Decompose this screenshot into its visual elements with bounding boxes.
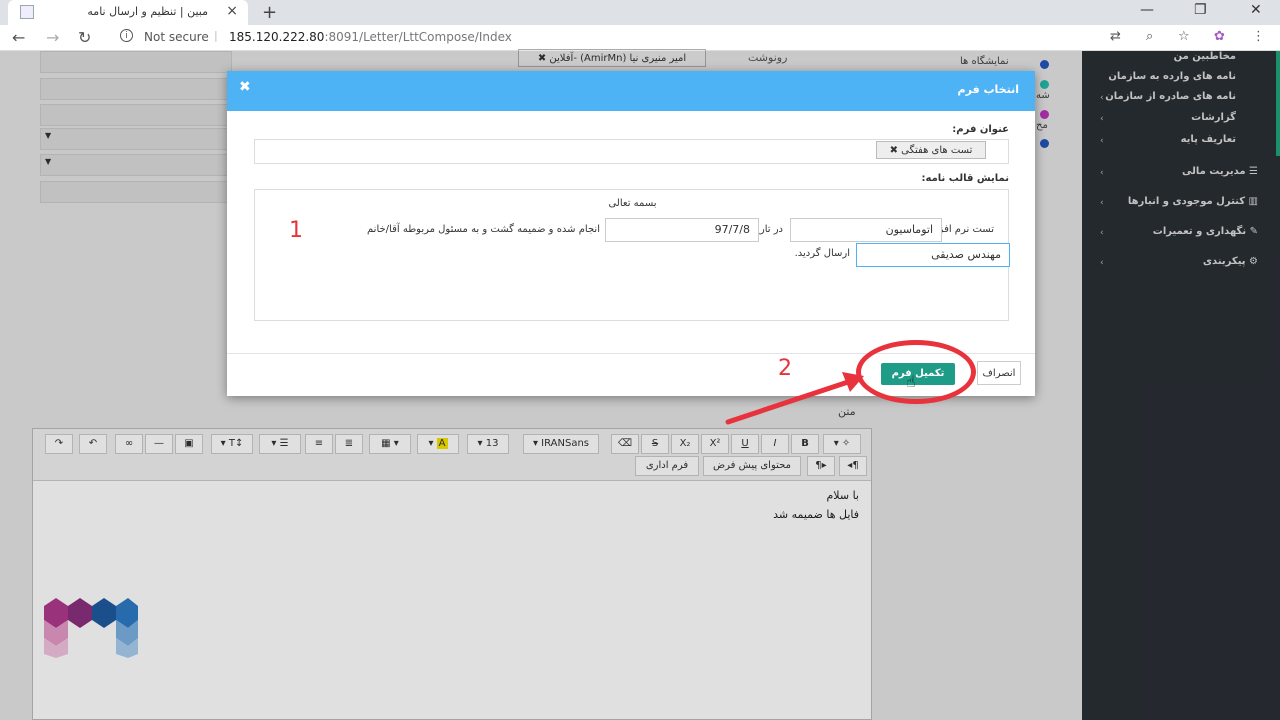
close-icon[interactable]: ✖ <box>239 79 251 95</box>
close-window-icon[interactable]: ✕ <box>1250 2 1262 18</box>
minimize-icon[interactable]: — <box>1140 2 1154 18</box>
modal-header: انتخاب فرم ✖ <box>227 71 1035 111</box>
url-divider: | <box>214 29 218 42</box>
template-input-software[interactable]: اتوماسیون <box>790 218 942 242</box>
zoom-icon[interactable]: ⌕ <box>1146 29 1153 44</box>
tab-title: مبین | تنظیم و ارسال نامه <box>87 5 208 18</box>
modal-title: انتخاب فرم <box>957 83 1019 96</box>
menu-kebab-icon[interactable]: ⋮ <box>1252 29 1265 44</box>
browser-tab-bar: مبین | تنظیم و ارسال نامه × + — ❐ ✕ <box>0 0 1280 25</box>
browser-tab[interactable]: مبین | تنظیم و ارسال نامه × <box>8 0 248 25</box>
url-field[interactable]: i Not secure | 185.120.222.80:8091/Lette… <box>110 27 1090 49</box>
address-bar: ← → ↻ i Not secure | 185.120.222.80:8091… <box>0 25 1280 51</box>
info-icon[interactable]: i <box>120 29 133 42</box>
translate-icon[interactable]: ⇄ <box>1110 29 1121 44</box>
selected-form-chip[interactable]: تست های هفتگی ✖ <box>876 141 986 159</box>
hand-cursor-icon: ☝ <box>906 372 916 391</box>
window-controls: — ❐ ✕ <box>1130 0 1280 25</box>
highlight-ring <box>856 340 976 404</box>
letter-template-preview-label: نمایش قالب نامه: <box>921 173 1009 184</box>
bookmark-star-icon[interactable]: ☆ <box>1178 29 1190 44</box>
basmala-text: بسمه تعالی <box>608 198 657 209</box>
forward-icon[interactable]: → <box>46 28 59 47</box>
back-icon[interactable]: ← <box>12 28 25 47</box>
template-text: انجام شده و ضمیمه گشت و به مسئول مربوطه … <box>367 224 600 235</box>
url-path: :8091/Letter/LttCompose/Index <box>324 30 512 44</box>
template-input-date[interactable]: 97/7/8 <box>605 218 759 242</box>
extension-icon[interactable]: ✿ <box>1214 29 1225 44</box>
new-tab-icon[interactable]: + <box>262 2 277 23</box>
reload-icon[interactable]: ↻ <box>78 28 91 47</box>
template-input-person[interactable]: مهندس صدیقی <box>856 243 1010 267</box>
cancel-button[interactable]: انصراف <box>977 361 1021 385</box>
restore-icon[interactable]: ❐ <box>1194 2 1207 18</box>
tab-close-icon[interactable]: × <box>226 3 238 19</box>
annotation-number-1: 1 <box>289 218 303 243</box>
form-title-label: عنوان فرم: <box>952 124 1009 135</box>
annotation-arrow <box>725 372 864 425</box>
not-secure-label: Not secure <box>144 30 209 44</box>
url-host: 185.120.222.80 <box>229 30 325 44</box>
annotation-number-2: 2 <box>778 356 792 381</box>
letter-template-preview: بسمه تعالی تست نرم افزار اتوماسیون در تا… <box>254 189 1010 321</box>
template-text: ارسال گردید. <box>794 248 850 259</box>
url-text: 185.120.222.80:8091/Letter/LttCompose/In… <box>229 30 512 44</box>
